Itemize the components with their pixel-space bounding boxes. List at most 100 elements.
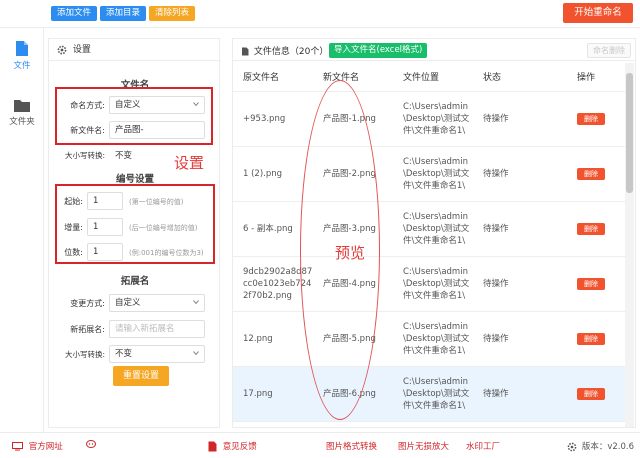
- action-cell: 删除: [567, 366, 625, 422]
- table-header-row: 原文件名 新文件名 文件位置 状态 操作: [233, 63, 625, 92]
- ext-mode-value: 自定义: [115, 298, 141, 308]
- wechat-icon: [86, 440, 96, 448]
- nav-item-file[interactable]: 文件: [0, 40, 44, 71]
- settings-highlight-box: [55, 87, 213, 145]
- file-status: 待操作: [473, 311, 567, 367]
- nav-folder-label: 文件夹: [9, 117, 35, 127]
- website-label: 官方网址: [28, 442, 63, 452]
- file-panel-title: 文件信息（20个）: [253, 47, 329, 57]
- clear-list-button[interactable]: 清除列表: [149, 6, 195, 21]
- original-name: +953.png: [233, 91, 313, 147]
- new-name: 产品图-2.png: [313, 146, 393, 202]
- file-location: C:\Users\admin\Desktop\测试文件\文件重命名1\: [393, 91, 473, 147]
- delete-row-button[interactable]: 删除: [577, 277, 605, 290]
- add-folder-button[interactable]: 添加目录: [100, 6, 146, 21]
- image-convert-link[interactable]: 图片格式转换: [326, 440, 377, 452]
- new-name: 产品图-6.png: [313, 366, 393, 422]
- file-status: 待操作: [473, 91, 567, 147]
- watermark-link[interactable]: 水印工厂: [466, 440, 500, 452]
- reset-settings-button[interactable]: 重置设置: [113, 366, 169, 386]
- settings-annotation: 设置: [174, 154, 205, 172]
- table-row[interactable]: 1 (2).png 产品图-2.png C:\Users\admin\Deskt…: [233, 146, 625, 202]
- original-name: 12.png: [233, 311, 313, 367]
- col-original-name: 原文件名: [233, 63, 313, 92]
- file-status: 待操作: [473, 366, 567, 422]
- table-row[interactable]: 17.png 产品图-6.png C:\Users\admin\Desktop\…: [233, 366, 625, 422]
- file-location: C:\Users\admin\Desktop\测试文件\文件重命名1\: [393, 201, 473, 257]
- original-name: 17.png: [233, 366, 313, 422]
- chevron-down-icon: [193, 300, 199, 305]
- version-info: 版本：v2.0.6: [567, 440, 634, 452]
- file-list-icon: [242, 47, 249, 56]
- nav-file-label: 文件: [13, 61, 31, 71]
- add-file-button[interactable]: 添加文件: [51, 6, 97, 21]
- file-location: C:\Users\admin\Desktop\测试文件\文件重命名1\: [393, 311, 473, 367]
- version-label: 版本：v2.0.6: [581, 442, 634, 452]
- feedback-link[interactable]: 意见反馈: [208, 440, 257, 452]
- file-table: 原文件名 新文件名 文件位置 状态 操作 +953.png 产品图-1.png …: [233, 63, 625, 422]
- table-row[interactable]: 12.png 产品图-5.png C:\Users\admin\Desktop\…: [233, 311, 625, 367]
- number-highlight-box: [55, 184, 215, 264]
- delete-row-button[interactable]: 删除: [577, 167, 605, 180]
- table-scrollbar[interactable]: [625, 63, 634, 427]
- delete-row-button[interactable]: 删除: [577, 332, 605, 345]
- new-name: 产品图-1.png: [313, 91, 393, 147]
- left-nav: 文件 文件夹: [0, 28, 44, 432]
- settings-header: 设置: [49, 39, 221, 61]
- ext-case-label: 大小写转换:: [64, 350, 105, 359]
- table-row[interactable]: 9dcb2902a8d87cc0e1023eb7242f70b2.png 产品图…: [233, 256, 625, 312]
- file-panel-header: 文件信息（20个） 导入文件名(excel格式) 命名删除: [233, 39, 635, 61]
- table-row[interactable]: +953.png 产品图-1.png C:\Users\admin\Deskto…: [233, 91, 625, 147]
- ext-mode-label: 变更方式:: [70, 299, 105, 308]
- monitor-icon: [12, 442, 23, 451]
- delete-row-button[interactable]: 删除: [577, 112, 605, 125]
- new-ext-label: 新拓展名:: [70, 325, 105, 334]
- ext-section-title: 拓展名: [120, 276, 150, 287]
- bottom-bar: 官方网址 意见反馈 图片格式转换 图片无损放大 水印工厂 版本：v2.0.6: [0, 432, 640, 458]
- action-cell: 删除: [567, 201, 625, 257]
- delete-row-button[interactable]: 删除: [577, 222, 605, 235]
- feedback-label: 意见反馈: [222, 442, 257, 452]
- action-cell: 删除: [567, 256, 625, 312]
- file-panel-title-wrap: 文件信息（20个）: [241, 44, 328, 57]
- import-excel-button[interactable]: 导入文件名(excel格式): [329, 43, 428, 58]
- new-name: 产品图-5.png: [313, 311, 393, 367]
- file-location: C:\Users\admin\Desktop\测试文件\文件重命名1\: [393, 256, 473, 312]
- folder-icon: [14, 100, 30, 112]
- delete-all-button[interactable]: 命名删除: [587, 43, 631, 58]
- website-link[interactable]: 官方网址: [12, 440, 63, 452]
- original-name: 1 (2).png: [233, 146, 313, 202]
- case-value: 不变: [115, 151, 133, 161]
- file-location: C:\Users\admin\Desktop\测试文件\文件重命名1\: [393, 146, 473, 202]
- chevron-down-icon: [193, 351, 199, 356]
- nav-item-folder[interactable]: 文件夹: [0, 98, 44, 127]
- delete-row-button[interactable]: 删除: [577, 387, 605, 400]
- preview-annotation: 预览: [335, 244, 366, 262]
- new-name: 产品图-4.png: [313, 256, 393, 312]
- original-name: 9dcb2902a8d87cc0e1023eb7242f70b2.png: [233, 256, 313, 312]
- file-icon: [16, 41, 28, 56]
- wechat-link[interactable]: [86, 440, 101, 451]
- col-status: 状态: [473, 63, 567, 92]
- gear-icon: [57, 45, 67, 54]
- ext-case-select[interactable]: 不变: [109, 345, 205, 363]
- col-new-name: 新文件名: [313, 63, 393, 92]
- new-ext-input[interactable]: 请输入新拓展名: [109, 320, 205, 338]
- top-toolbar: 添加文件 添加目录 清除列表 开始重命名: [0, 0, 640, 28]
- file-status: 待操作: [473, 146, 567, 202]
- pdf-icon: [208, 441, 217, 452]
- scrollbar-thumb[interactable]: [626, 73, 633, 193]
- image-enlarge-link[interactable]: 图片无损放大: [398, 440, 449, 452]
- file-status: 待操作: [473, 256, 567, 312]
- file-status: 待操作: [473, 201, 567, 257]
- settings-title: 设置: [72, 45, 91, 55]
- settings-icon: [567, 442, 577, 451]
- start-rename-button[interactable]: 开始重命名: [563, 3, 633, 23]
- file-panel: 文件信息（20个） 导入文件名(excel格式) 命名删除 原文件名 新文件名 …: [232, 38, 636, 428]
- ext-mode-select[interactable]: 自定义: [109, 294, 205, 312]
- table-row[interactable]: 6 - 副本.png 产品图-3.png C:\Users\admin\Desk…: [233, 201, 625, 257]
- file-location: C:\Users\admin\Desktop\测试文件\文件重命名1\: [393, 366, 473, 422]
- ext-case-value: 不变: [115, 349, 133, 359]
- col-action: 操作: [567, 63, 625, 92]
- action-cell: 删除: [567, 146, 625, 202]
